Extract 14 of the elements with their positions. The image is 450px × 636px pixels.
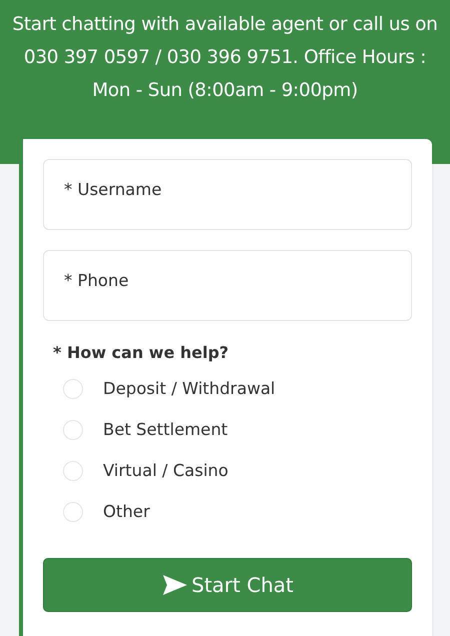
- header-message: Start chatting with available agent or call us on 030 397 0597 / 030 396 9751. Office Hours : Mon - Sun (8:00am - 9:00pm): [11, 13, 439, 103]
- start-chat-button[interactable]: Start Chat: [43, 558, 412, 612]
- radio-button[interactable]: [63, 420, 83, 440]
- input-field[interactable]: * Username: [43, 159, 412, 230]
- option-label[interactable]: Deposit / Withdrawal: [103, 379, 276, 398]
- radio-button[interactable]: [63, 378, 83, 398]
- option-label[interactable]: Bet Settlement: [103, 420, 228, 439]
- send-icon: [162, 574, 188, 596]
- option-label[interactable]: Other: [103, 502, 150, 521]
- radio-button[interactable]: [63, 502, 83, 522]
- input-field[interactable]: * Phone: [43, 250, 412, 321]
- radio-button[interactable]: [63, 460, 83, 480]
- option-label[interactable]: Virtual / Casino: [103, 461, 228, 480]
- question-label: * How can we help?: [53, 343, 229, 362]
